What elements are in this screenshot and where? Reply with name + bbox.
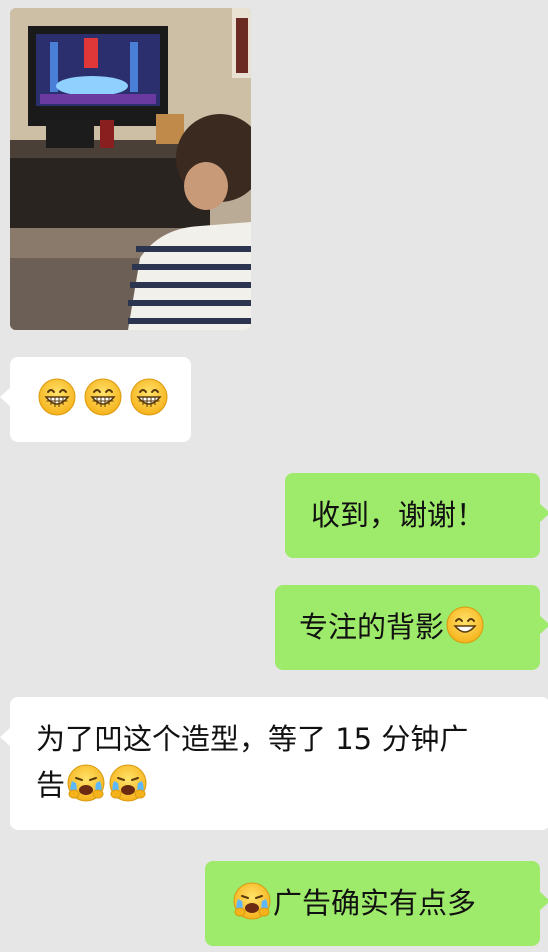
message-text: 广告确实有点多 xyxy=(273,886,477,920)
message-bubble-incoming[interactable]: 为了凹这个造型，等了 15 分钟广 告 xyxy=(0,697,548,830)
message-text-line-1: 为了凹这个造型，等了 15 分钟广 xyxy=(36,722,469,756)
smiling-face-icon xyxy=(445,605,485,645)
message-text: 专注的背影 xyxy=(299,610,445,644)
message-bubble-outgoing[interactable]: 广告确实有点多 xyxy=(205,861,548,946)
message-bubble-outgoing[interactable]: 收到，谢谢！ xyxy=(285,473,548,558)
message-text: 收到，谢谢！ xyxy=(311,498,486,532)
crying-face-icon xyxy=(108,763,148,803)
grinning-face-icon xyxy=(83,377,123,417)
message-bubble-outgoing[interactable]: 专注的背影 xyxy=(275,585,548,670)
message-bubble-incoming[interactable] xyxy=(0,357,191,442)
crying-face-icon xyxy=(66,763,106,803)
chat-window: 收到，谢谢！ 专注的背影 为了凹这个造型，等了 15 分钟广 告 广告确实有点多 xyxy=(0,0,548,952)
grinning-face-icon xyxy=(129,377,169,417)
photo-content xyxy=(10,8,251,330)
message-text-line-2: 告 xyxy=(36,763,548,809)
crying-face-icon xyxy=(232,881,272,921)
message-text: 告 xyxy=(36,768,66,802)
grinning-face-icon xyxy=(37,377,77,417)
photo-message[interactable] xyxy=(10,8,251,330)
